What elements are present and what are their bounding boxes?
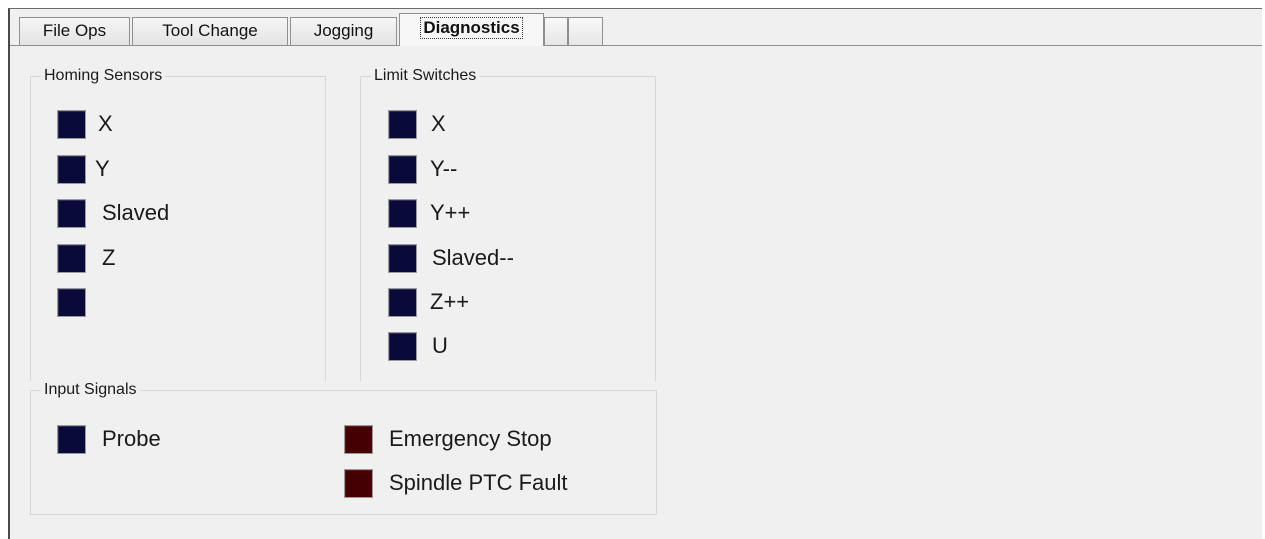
limit-x-label: X xyxy=(431,111,446,136)
limit-u-label: U xyxy=(432,333,448,358)
tab-file-ops[interactable]: File Ops xyxy=(19,17,130,45)
homing-x-indicator xyxy=(57,110,86,139)
limit-y-plus-label: Y++ xyxy=(430,200,471,225)
input-signals-title: Input Signals xyxy=(41,380,140,400)
tab-diagnostics[interactable]: Diagnostics xyxy=(399,13,544,46)
emergency-stop-label: Emergency Stop xyxy=(389,426,552,451)
limit-y-plus-indicator xyxy=(388,199,417,228)
homing-x-label: X xyxy=(98,111,113,136)
app-window: File Ops Tool Change Jogging Diagnostics… xyxy=(8,8,1262,539)
tab-label: Tool Change xyxy=(162,21,258,40)
homing-y-indicator xyxy=(57,155,86,184)
homing-sensors-group: Homing Sensors X Y Slaved Z xyxy=(30,66,326,381)
emergency-stop-indicator xyxy=(344,425,373,454)
limit-z-plus-indicator xyxy=(388,288,417,317)
tab-label: Jogging xyxy=(313,21,374,40)
probe-indicator xyxy=(57,425,86,454)
tab-label: Diagnostics xyxy=(420,17,523,39)
limit-u-indicator xyxy=(388,332,417,361)
limit-y-minus-indicator xyxy=(388,155,417,184)
input-signals-group: Input Signals Probe Emergency Stop Spind… xyxy=(30,380,657,515)
tab-bar: File Ops Tool Change Jogging Diagnostics xyxy=(10,9,1262,46)
probe-label: Probe xyxy=(102,426,161,451)
tab-unnamed-1[interactable] xyxy=(544,17,568,45)
limit-slaved-minus-label: Slaved-- xyxy=(432,245,514,270)
limit-switches-group: Limit Switches X Y-- Y++ Slaved-- Z++ U xyxy=(360,66,656,381)
homing-sensors-title: Homing Sensors xyxy=(41,66,166,86)
limit-slaved-minus-indicator xyxy=(388,244,417,273)
tab-jogging[interactable]: Jogging xyxy=(290,17,397,45)
tab-unnamed-2[interactable] xyxy=(568,17,603,45)
homing-y-label: Y xyxy=(95,156,110,181)
homing-z-indicator xyxy=(57,244,86,273)
tab-label: File Ops xyxy=(42,21,107,40)
limit-switches-title: Limit Switches xyxy=(371,66,480,86)
tab-tool-change[interactable]: Tool Change xyxy=(132,17,288,45)
homing-slaved-indicator xyxy=(57,199,86,228)
limit-z-plus-label: Z++ xyxy=(430,289,470,314)
homing-slaved-label: Slaved xyxy=(102,200,170,225)
limit-x-indicator xyxy=(388,110,417,139)
homing-z-label: Z xyxy=(102,245,116,270)
limit-y-minus-label: Y-- xyxy=(430,156,458,181)
spindle-ptc-fault-indicator xyxy=(344,469,373,498)
homing-5-indicator xyxy=(57,288,86,317)
spindle-ptc-fault-label: Spindle PTC Fault xyxy=(389,470,568,495)
